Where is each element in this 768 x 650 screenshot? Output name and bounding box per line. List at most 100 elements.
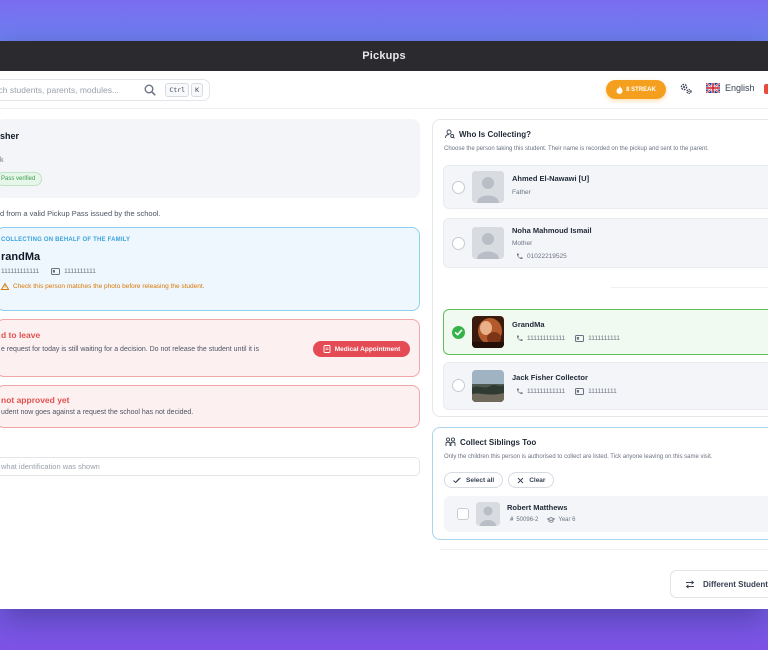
landscape-photo-icon xyxy=(472,370,504,402)
id-card-icon xyxy=(51,268,61,275)
leave-request-card: d to leave e request for today is still … xyxy=(0,319,420,377)
person-phone: 01022219525 xyxy=(527,253,567,260)
medical-appointment-button[interactable]: Medical Appointment xyxy=(313,341,410,357)
sibling-meta: # 50096-2 Year 6 xyxy=(510,517,576,523)
not-approved-text: udent now goes against a request the sch… xyxy=(1,409,194,416)
avatar-placeholder xyxy=(476,502,500,526)
siblings-title: Collect Siblings Too xyxy=(460,437,537,447)
behalf-phone: 111111111111 xyxy=(1,268,40,275)
notification-icon[interactable] xyxy=(764,84,768,94)
person-name: Noha Mahmoud Ismail xyxy=(512,226,592,235)
behalf-id: 1111111111 xyxy=(64,268,96,275)
photo-warning-text: Check this person matches the photo befo… xyxy=(13,283,205,290)
who-is-collecting-card: Who Is Collecting? Choose the person tak… xyxy=(432,119,768,417)
person-contact: 01022219525 xyxy=(516,253,567,260)
window-title: Pickups xyxy=(362,50,406,62)
left-panel: sher k Pass verified d from a valid Pick… xyxy=(0,109,421,609)
radio-button-checked[interactable] xyxy=(452,326,465,339)
collector-card: sher k Pass verified xyxy=(0,119,420,198)
person-name: GrandMa xyxy=(512,320,545,329)
phone-icon xyxy=(516,335,523,342)
select-all-label: Select all xyxy=(466,476,495,484)
top-bar: arch students, parents, modules... Ctrl … xyxy=(0,71,768,109)
siblings-subtitle: Only the children this person is authori… xyxy=(444,454,713,460)
kbd-k: K xyxy=(191,83,203,97)
person-contact: 111111111111 1111111111 xyxy=(516,335,620,342)
person-search-icon xyxy=(445,129,455,139)
streak-badge[interactable]: 8 STREAK xyxy=(606,80,666,99)
uk-flag-icon xyxy=(706,83,720,93)
collect-siblings-card: Collect Siblings Too Only the children t… xyxy=(432,427,768,540)
app-window: Pickups arch students, parents, modules.… xyxy=(0,41,768,609)
not-approved-card: not approved yet udent now goes against … xyxy=(0,385,420,428)
id-card-icon xyxy=(575,388,585,395)
person-relation: Father xyxy=(512,189,531,196)
hash-icon: # xyxy=(510,517,514,523)
search-icon xyxy=(144,84,156,96)
different-student-button[interactable]: Different Student xyxy=(670,570,768,598)
person-relation: Mother xyxy=(512,240,533,247)
language-selector[interactable]: English xyxy=(706,83,755,93)
person-photo xyxy=(472,370,504,402)
valid-pass-note: d from a valid Pickup Pass issued by the… xyxy=(0,209,161,218)
sibling-name: Robert Matthews xyxy=(507,503,568,512)
collector-name: sher xyxy=(0,131,20,141)
person-name: Jack Fisher Collector xyxy=(512,373,588,382)
swap-arrows-icon xyxy=(685,579,695,589)
user-silhouette-icon xyxy=(472,171,504,203)
warning-icon xyxy=(1,283,9,290)
sibling-row[interactable]: Robert Matthews # 50096-2 Year 6 xyxy=(444,496,768,532)
language-label: English xyxy=(725,83,755,93)
behalf-label: COLLECTING ON BEHALF OF THE FAMILY xyxy=(1,237,131,243)
close-icon xyxy=(517,477,524,483)
collector-option-father[interactable]: Ahmed El-Nawawi [U] Father xyxy=(443,165,768,209)
divider xyxy=(611,287,768,288)
photo-warning: Check this person matches the photo befo… xyxy=(1,283,205,290)
person-photo xyxy=(472,316,504,348)
behalf-details: 111111111111 1111111111 xyxy=(1,268,96,275)
kbd-ctrl: Ctrl xyxy=(165,83,190,97)
person-id: 1111111111 xyxy=(588,335,620,342)
collector-mark: k xyxy=(0,157,4,164)
search-placeholder: arch students, parents, modules... xyxy=(0,85,120,95)
double-check-icon xyxy=(453,476,461,483)
collector-option-mother[interactable]: Noha Mahmoud Ismail Mother 01022219525 xyxy=(443,218,768,268)
siblings-icon xyxy=(445,437,456,446)
id-card-icon xyxy=(575,335,585,342)
sibling-checkbox[interactable] xyxy=(457,508,469,520)
siblings-title-row: Collect Siblings Too xyxy=(445,437,536,447)
avatar-placeholder xyxy=(472,227,504,259)
who-title-row: Who Is Collecting? xyxy=(445,129,531,139)
sibling-year: Year 6 xyxy=(558,517,576,523)
main-content: sher k Pass verified d from a valid Pick… xyxy=(0,109,768,609)
right-panel: Who Is Collecting? Choose the person tak… xyxy=(432,109,768,609)
streak-label: 8 STREAK xyxy=(626,86,656,93)
behalf-card: COLLECTING ON BEHALF OF THE FAMILY randM… xyxy=(0,227,420,311)
behalf-name: randMa xyxy=(1,251,41,263)
collector-option-jack[interactable]: Jack Fisher Collector 111111111111 11111… xyxy=(443,362,768,410)
search-input[interactable]: arch students, parents, modules... Ctrl … xyxy=(0,79,210,101)
who-subtitle: Choose the person taking this student. T… xyxy=(444,146,709,152)
radio-button[interactable] xyxy=(452,181,465,194)
select-all-button[interactable]: Select all xyxy=(444,472,504,488)
clear-label: Clear xyxy=(529,476,546,484)
user-silhouette-icon xyxy=(472,227,504,259)
phone-icon xyxy=(516,253,523,260)
checkmark-icon xyxy=(454,329,463,336)
clear-button[interactable]: Clear xyxy=(508,472,555,488)
identification-input[interactable]: what identification was shown xyxy=(0,457,420,476)
radio-button[interactable] xyxy=(452,237,465,250)
leave-title: d to leave xyxy=(1,330,41,340)
phone-icon xyxy=(516,388,523,395)
radio-button[interactable] xyxy=(452,379,465,392)
graduation-cap-icon xyxy=(547,517,556,523)
flame-icon xyxy=(616,85,623,94)
person-name: Ahmed El-Nawawi [U] xyxy=(512,174,590,183)
medical-appointment-label: Medical Appointment xyxy=(334,345,401,353)
collector-option-grandma[interactable]: GrandMa 111111111111 1111111111 xyxy=(443,309,768,355)
leave-text: e request for today is still waiting for… xyxy=(1,346,259,353)
pass-verified-badge: Pass verified xyxy=(0,172,43,186)
identification-placeholder: what identification was shown xyxy=(1,462,100,471)
who-title: Who Is Collecting? xyxy=(459,129,531,139)
settings-gear-icon[interactable] xyxy=(679,82,693,96)
